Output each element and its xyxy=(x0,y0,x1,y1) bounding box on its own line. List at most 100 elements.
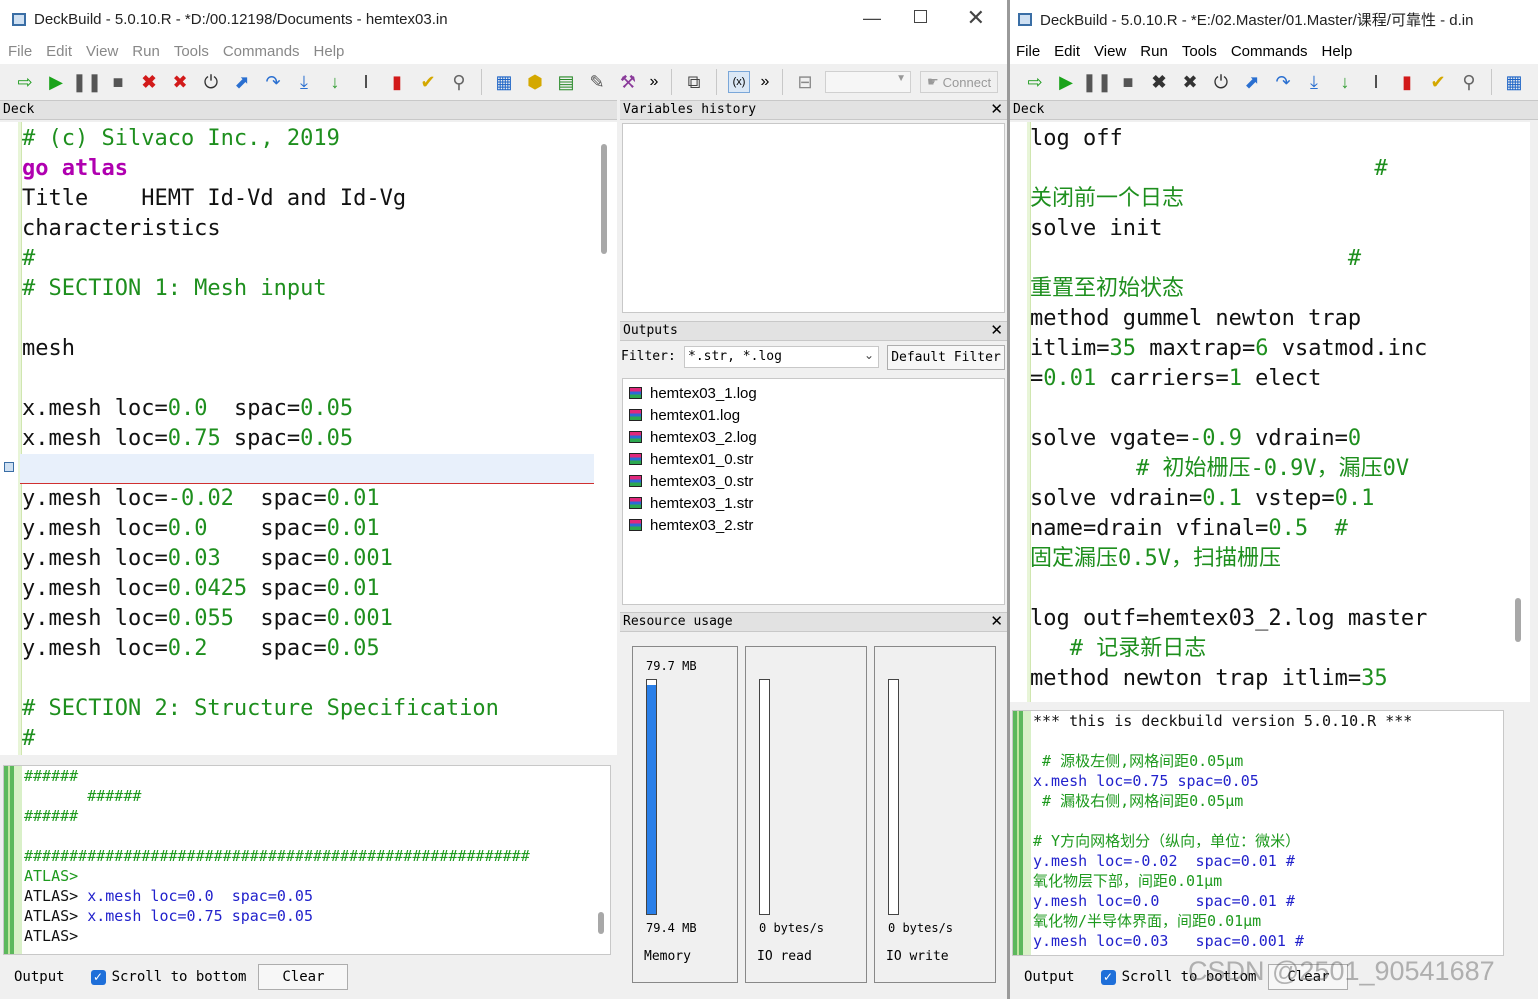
deck-scrollbar[interactable] xyxy=(601,144,607,254)
play-icon[interactable]: ▶ xyxy=(1055,71,1077,93)
menu-edit[interactable]: Edit xyxy=(46,43,72,60)
pin-icon[interactable]: ⚲ xyxy=(448,71,470,93)
code-line: # 记录新日志 xyxy=(1030,634,1207,664)
default-filter-button[interactable]: Default Filter xyxy=(887,345,1005,370)
deck-panel-title: Deck xyxy=(3,102,35,117)
kill-icon[interactable]: ✖ xyxy=(1148,71,1170,93)
notes-icon[interactable]: ✎ xyxy=(586,71,608,93)
menu-help[interactable]: Help xyxy=(314,43,345,60)
chevron-down-icon: ⌄ xyxy=(863,348,874,362)
menu-commands[interactable]: Commands xyxy=(223,43,300,60)
menu-run[interactable]: Run xyxy=(1140,43,1168,60)
menu-view[interactable]: View xyxy=(1094,43,1126,60)
cursor-icon[interactable]: I xyxy=(355,71,377,93)
deck-editor[interactable]: log off # 关闭前一个日志 solve init # 重置至初始状态 metho… xyxy=(1010,122,1530,702)
stop-icon[interactable]: ■ xyxy=(107,71,129,93)
pin-icon[interactable]: ⚲ xyxy=(1458,71,1480,93)
tools-icon[interactable]: ⚒ xyxy=(617,71,639,93)
console-scrollbar[interactable] xyxy=(598,912,604,934)
code-token: # xyxy=(1030,246,1362,271)
play-icon[interactable]: ▶ xyxy=(45,71,67,93)
stop-icon[interactable]: ■ xyxy=(1117,71,1139,93)
breakpoint-icon[interactable]: ▮ xyxy=(1396,71,1418,93)
windows-icon[interactable]: ⧉ xyxy=(683,71,705,93)
kill-all-icon[interactable]: ✖ xyxy=(169,71,191,93)
cursor-icon[interactable]: I xyxy=(1365,71,1387,93)
minimize-button[interactable]: — xyxy=(863,8,881,29)
code-token: characteristics xyxy=(22,216,221,241)
menu-file[interactable]: File xyxy=(8,43,32,60)
output-file-item[interactable]: hemtex03_2.str xyxy=(629,514,753,536)
menu-help[interactable]: Help xyxy=(1322,43,1353,60)
output-file-item[interactable]: hemtex01_0.str xyxy=(629,448,753,470)
step-into-icon[interactable]: ↓ xyxy=(324,71,346,93)
output-file-item[interactable]: hemtex01.log xyxy=(629,404,740,426)
output-label[interactable]: Output xyxy=(1024,969,1075,985)
step-line-icon[interactable]: ⤓ xyxy=(1303,71,1325,93)
breakpoint-icon[interactable]: ▮ xyxy=(386,71,408,93)
chart-icon[interactable]: ▦ xyxy=(1503,71,1525,93)
filter-combobox[interactable]: *.str, *.log ⌄ xyxy=(684,346,879,368)
close-icon[interactable]: ✕ xyxy=(990,322,1003,340)
kill-all-icon[interactable]: ✖ xyxy=(1179,71,1201,93)
step-back-icon[interactable]: ↷ xyxy=(262,71,284,93)
power-icon[interactable]: ⏻ xyxy=(1210,71,1232,93)
step-back-icon[interactable]: ↷ xyxy=(1272,71,1294,93)
close-icon[interactable]: ✕ xyxy=(990,613,1003,631)
toolbar-separator xyxy=(481,69,482,95)
code-line: x.mesh loc=0.75 spac=0.05 xyxy=(22,424,353,454)
output-file-item[interactable]: hemtex03_2.log xyxy=(629,426,757,448)
close-icon[interactable]: ✕ xyxy=(990,101,1003,119)
code-token: solve vgate= xyxy=(1030,426,1189,451)
variables-icon[interactable]: (x) xyxy=(728,71,750,93)
run-script-icon[interactable]: ⇨ xyxy=(1024,71,1046,93)
run-script-icon[interactable]: ⇨ xyxy=(14,71,36,93)
output-file-item[interactable]: hemtex03_1.str xyxy=(629,492,753,514)
check-icon[interactable]: ✔ xyxy=(1427,71,1449,93)
output-label[interactable]: Output xyxy=(14,969,65,985)
server-select[interactable]: ▼ xyxy=(825,71,911,93)
pause-icon[interactable]: ❚❚ xyxy=(1082,71,1112,93)
console-output[interactable]: ###### ###### ###### #####################… xyxy=(3,765,611,955)
check-icon[interactable]: ✔ xyxy=(417,71,439,93)
deck-scrollbar[interactable] xyxy=(1515,598,1521,642)
chart-icon[interactable]: ▦ xyxy=(493,71,515,93)
clear-button[interactable]: Clear xyxy=(258,964,349,990)
console-output[interactable]: *** this is deckbuild version 5.0.10.R *… xyxy=(1012,710,1504,956)
next-line-icon[interactable]: ⬈ xyxy=(231,71,253,93)
code-token: y.mesh loc= xyxy=(22,576,168,601)
code-token: x.mesh loc= xyxy=(22,426,168,451)
menu-view[interactable]: View xyxy=(86,43,118,60)
menu-tools[interactable]: Tools xyxy=(1182,43,1217,60)
code-token: solve vdrain= xyxy=(1030,486,1203,511)
pause-icon[interactable]: ❚❚ xyxy=(72,71,102,93)
scroll-to-bottom-checkbox[interactable]: ✓ Scroll to bottom xyxy=(90,969,246,985)
menu-tools[interactable]: Tools xyxy=(174,43,209,60)
menu-file[interactable]: File xyxy=(1016,43,1040,60)
connect-button[interactable]: ☛ Connect xyxy=(920,71,999,93)
more-icon-2[interactable]: » xyxy=(759,71,771,93)
code-line: *** this is deckbuild version 5.0.10.R *… xyxy=(1033,711,1412,731)
deck-editor[interactable]: # (c) Silvaco Inc., 2019 go atlas Title HE… xyxy=(0,122,617,755)
step-into-icon[interactable]: ↓ xyxy=(1334,71,1356,93)
maximize-button[interactable] xyxy=(914,10,927,23)
server-icon[interactable]: ⊟ xyxy=(794,71,816,93)
power-icon[interactable]: ⏻ xyxy=(200,71,222,93)
code-line: log outf=hemtex03_2.log master xyxy=(1030,604,1427,634)
kill-icon[interactable]: ✖ xyxy=(138,71,160,93)
file-name: hemtex03_2.log xyxy=(650,428,757,446)
menu-commands[interactable]: Commands xyxy=(1231,43,1308,60)
next-line-icon[interactable]: ⬈ xyxy=(1241,71,1263,93)
output-file-item[interactable]: hemtex03_0.str xyxy=(629,470,753,492)
code-line: solve vgate=-0.9 vdrain=0 xyxy=(1030,424,1361,454)
menu-run[interactable]: Run xyxy=(132,43,160,60)
hexagon-icon[interactable]: ⬢ xyxy=(524,71,546,93)
grid-icon[interactable]: ▤ xyxy=(555,71,577,93)
close-window-button[interactable]: ✕ xyxy=(967,5,985,31)
menu-edit[interactable]: Edit xyxy=(1054,43,1080,60)
more-icon[interactable]: » xyxy=(648,71,660,93)
step-line-icon[interactable]: ⤓ xyxy=(293,71,315,93)
output-file-item[interactable]: hemtex03_1.log xyxy=(629,382,757,404)
code-line: solve init xyxy=(1030,214,1162,244)
code-line: x.mesh loc=0.75 spac=0.05 xyxy=(1033,771,1259,791)
